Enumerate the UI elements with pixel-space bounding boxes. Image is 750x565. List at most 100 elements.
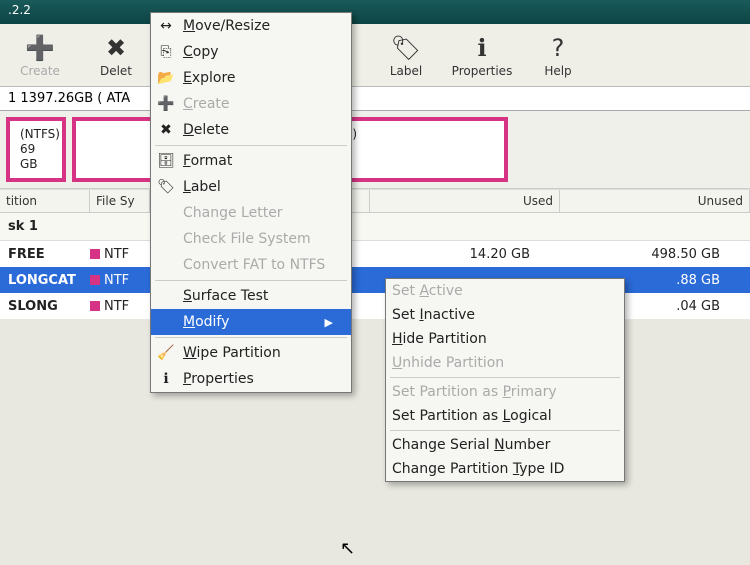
submenu-item-label: Change Partition Type ID bbox=[392, 461, 564, 477]
header-unused[interactable]: Unused bbox=[560, 190, 750, 212]
menu-item-convert-fat-to-ntfs: Convert FAT to NTFS bbox=[151, 252, 351, 278]
menu-icon: ℹ bbox=[157, 370, 175, 388]
menu-item-check-file-system: Check File System bbox=[151, 226, 351, 252]
menu-item-label: Format bbox=[183, 153, 232, 169]
table-row[interactable]: FREENTFB14.20 GB498.50 GB bbox=[0, 241, 750, 267]
context-menu: ↔ Move/Resize ⎘ Copy 📂 Explore ➕ Create ✖ Delete 🗄… bbox=[150, 12, 352, 393]
submenu-item-unhide-partition: Unhide Partition bbox=[386, 351, 624, 375]
submenu-item-set-active: Set Active bbox=[386, 279, 624, 303]
menu-item-properties[interactable]: ℹ Properties bbox=[151, 366, 351, 392]
delete-button[interactable]: ✖Delet bbox=[80, 32, 152, 78]
title-version: .2.2 bbox=[8, 3, 31, 17]
submenu-item-label: Hide Partition bbox=[392, 331, 487, 347]
label-button-icon: 🏷 bbox=[387, 32, 425, 64]
partbox-left-fs: (NTFS) bbox=[20, 127, 52, 142]
menu-item-label: Explore bbox=[183, 70, 236, 86]
menu-item-label: Properties bbox=[183, 371, 254, 387]
menu-icon bbox=[157, 287, 175, 305]
partbox-left-size: 69 GB bbox=[20, 142, 52, 172]
menu-icon: ↔ bbox=[157, 17, 175, 35]
disk-selector-text: 1 1397.26GB ( ATA bbox=[8, 91, 130, 106]
partition-bar: (NTFS) 69 GB ISLONG(NTFS) 445.11 GB bbox=[0, 111, 750, 189]
menu-item-label: Label bbox=[183, 179, 221, 195]
menu-icon: ✖ bbox=[157, 121, 175, 139]
cell-partition: SLONG bbox=[0, 299, 90, 314]
menu-item-label: Create bbox=[183, 96, 230, 112]
partition-bar-left[interactable]: (NTFS) 69 GB bbox=[6, 117, 66, 182]
submenu-item-set-inactive[interactable]: Set Inactive bbox=[386, 303, 624, 327]
menu-item-label: Wipe Partition bbox=[183, 345, 281, 361]
label-button[interactable]: 🏷Label bbox=[370, 32, 442, 78]
menu-item-label: Change Letter bbox=[183, 205, 283, 221]
menu-item-wipe-partition[interactable]: 🧹 Wipe Partition bbox=[151, 340, 351, 366]
modify-submenu: Set Active Set Inactive Hide Partition Unhi… bbox=[385, 278, 625, 482]
menu-icon: 📂 bbox=[157, 69, 175, 87]
submenu-item-label: Set Active bbox=[392, 283, 463, 299]
disk-selector[interactable]: 1 1397.26GB ( ATA bbox=[0, 87, 750, 111]
submenu-item-set-partition-as-primary: Set Partition as Primary bbox=[386, 380, 624, 404]
partition-table: sk 1 FREENTFB14.20 GB498.50 GBLONGCATNTF… bbox=[0, 213, 750, 319]
menu-icon: 🏷 bbox=[157, 178, 175, 196]
titlebar: .2.2 bbox=[0, 0, 750, 24]
delete-button-icon: ✖ bbox=[97, 32, 135, 64]
menu-item-delete[interactable]: ✖ Delete bbox=[151, 117, 351, 143]
menu-item-explore[interactable]: 📂 Explore bbox=[151, 65, 351, 91]
fs-swatch-icon bbox=[90, 275, 100, 285]
menu-icon: ➕ bbox=[157, 95, 175, 113]
menu-item-label: Delete bbox=[183, 122, 229, 138]
properties-button-icon: ℹ bbox=[463, 32, 501, 64]
header-used[interactable]: Used bbox=[370, 190, 560, 212]
submenu-item-label: Set Inactive bbox=[392, 307, 475, 323]
table-row[interactable]: LONGCATNTF.88 GB bbox=[0, 267, 750, 293]
menu-icon: 🧹 bbox=[157, 344, 175, 362]
menu-separator bbox=[155, 337, 347, 338]
menu-item-surface-test[interactable]: Surface Test bbox=[151, 283, 351, 309]
delete-button-label: Delet bbox=[100, 64, 132, 78]
submenu-item-set-partition-as-logical[interactable]: Set Partition as Logical bbox=[386, 404, 624, 428]
menu-item-label: Check File System bbox=[183, 231, 311, 247]
fs-swatch-icon bbox=[90, 249, 100, 259]
header-filesystem[interactable]: File Sy bbox=[90, 190, 150, 212]
menu-icon bbox=[157, 313, 175, 331]
create-button: ➕Create bbox=[4, 32, 76, 78]
properties-button[interactable]: ℹProperties bbox=[446, 32, 518, 78]
menu-icon bbox=[157, 256, 175, 274]
menu-item-format[interactable]: 🗄 Format bbox=[151, 148, 351, 174]
mouse-cursor-icon: ↖ bbox=[340, 538, 355, 559]
header-partition[interactable]: tition bbox=[0, 190, 90, 212]
menu-icon bbox=[157, 204, 175, 222]
create-button-icon: ➕ bbox=[21, 32, 59, 64]
cell-fs: NTF bbox=[90, 247, 150, 262]
menu-separator bbox=[390, 430, 620, 431]
help-button-icon: ? bbox=[539, 32, 577, 64]
menu-separator bbox=[390, 377, 620, 378]
submenu-item-label: Set Partition as Primary bbox=[392, 384, 557, 400]
cell-fs: NTF bbox=[90, 273, 150, 288]
properties-button-label: Properties bbox=[452, 64, 513, 78]
cell-used: 14.20 GB bbox=[370, 247, 560, 262]
main-toolbar: ➕Create✖Delet🏷LabelℹProperties?Help bbox=[0, 24, 750, 87]
menu-item-label: Copy bbox=[183, 44, 219, 60]
menu-item-move-resize[interactable]: ↔ Move/Resize bbox=[151, 13, 351, 39]
disk-header[interactable]: sk 1 bbox=[0, 213, 750, 241]
menu-item-label: Convert FAT to NTFS bbox=[183, 257, 325, 273]
menu-icon: ⎘ bbox=[157, 43, 175, 61]
menu-item-modify[interactable]: Modify▶ bbox=[151, 309, 351, 335]
menu-icon bbox=[157, 230, 175, 248]
cell-partition: FREE bbox=[0, 247, 90, 262]
table-row[interactable]: SLONGNTF.04 GB bbox=[0, 293, 750, 319]
menu-item-label: Modify bbox=[183, 314, 229, 330]
menu-item-label: Move/Resize bbox=[183, 18, 270, 34]
menu-separator bbox=[155, 145, 347, 146]
menu-icon: 🗄 bbox=[157, 152, 175, 170]
menu-item-copy[interactable]: ⎘ Copy bbox=[151, 39, 351, 65]
menu-separator bbox=[155, 280, 347, 281]
label-button-label: Label bbox=[390, 64, 422, 78]
submenu-item-change-serial-number[interactable]: Change Serial Number bbox=[386, 433, 624, 457]
menu-item-label[interactable]: 🏷 Label bbox=[151, 174, 351, 200]
help-button[interactable]: ?Help bbox=[522, 32, 594, 78]
submenu-item-hide-partition[interactable]: Hide Partition bbox=[386, 327, 624, 351]
create-button-label: Create bbox=[20, 64, 60, 78]
column-headers: tition File Sy y Used Unused bbox=[0, 189, 750, 213]
submenu-item-change-partition-type-id[interactable]: Change Partition Type ID bbox=[386, 457, 624, 481]
